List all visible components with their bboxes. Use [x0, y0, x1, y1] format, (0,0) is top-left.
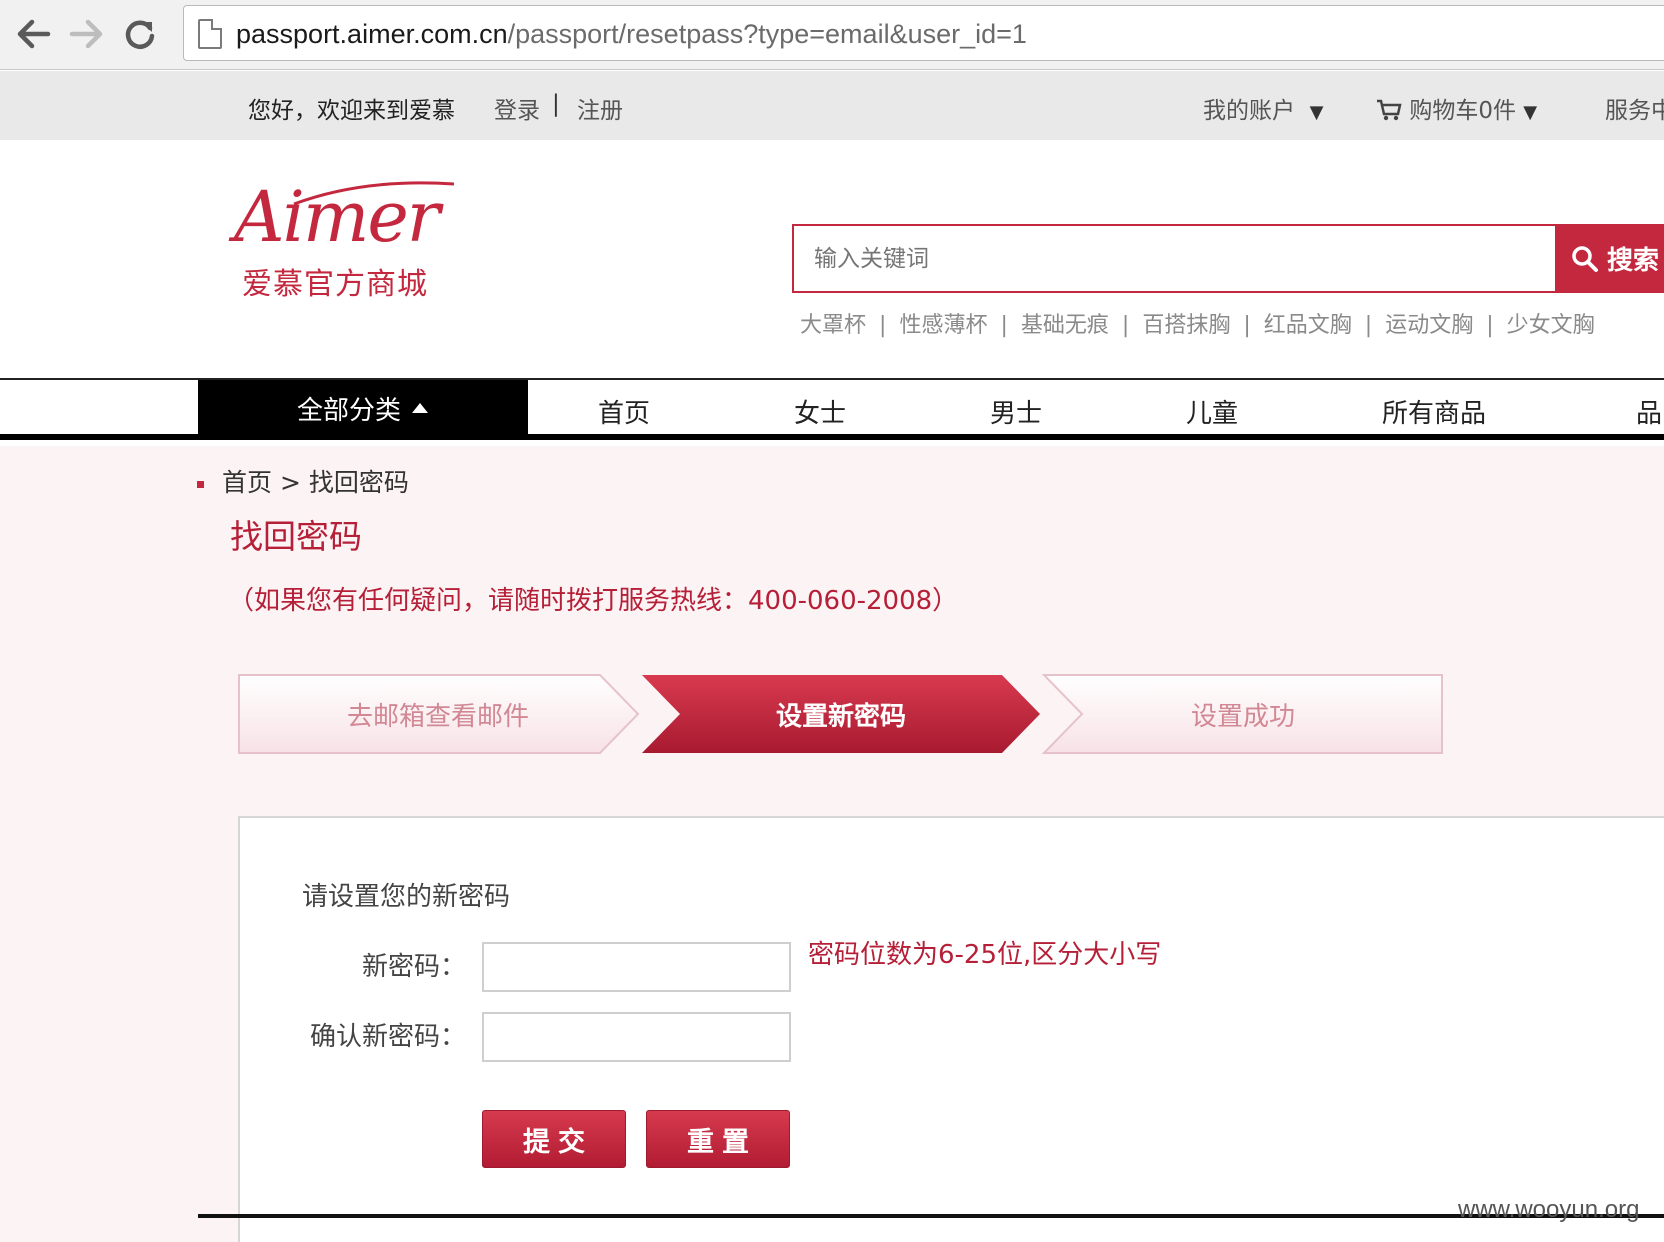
- dropdown-caret-icon: ▼: [1309, 102, 1324, 123]
- password-hint: 密码位数为6-25位,区分大小写: [808, 940, 1162, 970]
- logo-subtitle: 爱慕官方商城: [242, 267, 428, 302]
- url-path: /passport/resetpass?type=email&user_id=1: [507, 19, 1027, 49]
- confirm-password-field[interactable]: [482, 1012, 791, 1062]
- search-button-label: 搜索: [1607, 246, 1660, 276]
- aimer-logo[interactable]: Aimer 爱慕官方商城: [234, 176, 454, 302]
- topbar-separator: |: [552, 91, 560, 117]
- all-categories-label: 全部分类: [296, 395, 401, 426]
- dropdown-caret-icon: ▼: [1523, 102, 1538, 123]
- progress-steps: 去邮箱查看邮件 设置新密码 设置成功: [238, 674, 1444, 754]
- content-area: 首页 > 找回密码 找回密码 （如果您有任何疑问，请随时拨打服务热线：400-0…: [0, 446, 1664, 1242]
- logo-wordmark: Aimer: [234, 176, 440, 258]
- submit-button[interactable]: 提交: [482, 1110, 626, 1168]
- welcome-text: 您好，欢迎来到爱慕: [248, 98, 455, 124]
- nav-item-brand[interactable]: 品: [1636, 393, 1662, 430]
- address-bar[interactable]: passport.aimer.com.cn/passport/resetpass…: [183, 5, 1664, 61]
- nav-item-home[interactable]: 首页: [598, 393, 650, 430]
- nav-item-kids[interactable]: 儿童: [1186, 393, 1238, 430]
- cart-label: 购物车0件: [1409, 98, 1516, 124]
- hot-keyword[interactable]: 少女文胸: [1507, 313, 1595, 338]
- breadcrumb-separator: >: [279, 468, 301, 497]
- nav-item-all-products[interactable]: 所有商品: [1382, 393, 1486, 430]
- register-link[interactable]: 注册: [577, 91, 623, 125]
- page-icon: [198, 19, 222, 49]
- bottom-divider: [198, 1214, 1664, 1218]
- search-button[interactable]: 搜索: [1557, 224, 1664, 293]
- hot-keyword[interactable]: 基础无痕: [1021, 313, 1109, 338]
- hot-keywords: 大罩杯 | 性感薄杯 | 基础无痕 | 百搭抹胸 | 红品文胸 | 运动文胸 | 少女文胸: [800, 313, 1595, 338]
- breadcrumb-current: 找回密码: [308, 468, 409, 497]
- search-box: [792, 224, 1557, 293]
- form-heading: 请设置您的新密码: [302, 882, 511, 912]
- forward-arrow-icon[interactable]: [66, 14, 106, 54]
- step-set-password: 设置新密码: [775, 701, 906, 732]
- step-check-email: 去邮箱查看邮件: [346, 701, 529, 732]
- my-account-menu[interactable]: 我的账户 ▼: [1203, 91, 1323, 125]
- login-link[interactable]: 登录: [494, 91, 540, 125]
- main-nav: 全部分类 首页 女士 男士 儿童 所有商品 品: [0, 378, 1664, 440]
- reset-button[interactable]: 重置: [646, 1110, 790, 1168]
- reload-icon[interactable]: [120, 14, 160, 54]
- my-account-label: 我的账户: [1203, 98, 1295, 124]
- new-password-field[interactable]: [482, 942, 791, 992]
- breadcrumb-bullet-icon: [197, 480, 204, 488]
- nav-item-men[interactable]: 男士: [990, 393, 1042, 430]
- breadcrumb-home-link[interactable]: 首页: [222, 468, 272, 497]
- reset-password-form: 请设置您的新密码 新密码： 密码位数为6-25位,区分大小写 确认新密码： 提交…: [238, 816, 1664, 1242]
- page-title: 找回密码: [230, 517, 362, 556]
- watermark: www.wooyun.org: [1458, 1196, 1640, 1223]
- new-password-label: 新密码：: [361, 952, 466, 982]
- hot-keyword[interactable]: 运动文胸: [1385, 313, 1473, 338]
- hot-keyword[interactable]: 百搭抹胸: [1142, 313, 1230, 338]
- site-topbar: 您好，欢迎来到爱慕 登录 | 注册 我的账户 ▼ 购物车0件 ▼ 服务中: [0, 71, 1664, 140]
- search-input[interactable]: [794, 226, 1555, 291]
- hot-keyword[interactable]: 性感薄杯: [899, 313, 987, 338]
- nav-item-women[interactable]: 女士: [794, 393, 846, 430]
- cart-icon: [1377, 99, 1402, 121]
- confirm-password-label: 确认新密码：: [309, 1022, 466, 1052]
- back-arrow-icon[interactable]: [14, 14, 54, 54]
- hot-keyword[interactable]: 大罩杯: [800, 313, 866, 338]
- hot-keyword[interactable]: 红品文胸: [1264, 313, 1352, 338]
- step-success: 设置成功: [1190, 701, 1295, 732]
- service-link[interactable]: 服务中: [1605, 91, 1664, 125]
- service-hotline: （如果您有任何疑问，请随时拨打服务热线：400-060-2008）: [228, 586, 959, 616]
- cart-menu[interactable]: 购物车0件 ▼: [1376, 91, 1537, 125]
- url-host: passport.aimer.com.cn: [236, 19, 508, 49]
- search-icon: [1572, 245, 1598, 272]
- browser-toolbar: passport.aimer.com.cn/passport/resetpass…: [0, 0, 1664, 70]
- all-categories-button[interactable]: 全部分类: [198, 380, 528, 436]
- caret-up-icon: [412, 403, 428, 413]
- breadcrumb: 首页 > 找回密码: [197, 463, 409, 499]
- url-text: passport.aimer.com.cn/passport/resetpass…: [236, 19, 1027, 50]
